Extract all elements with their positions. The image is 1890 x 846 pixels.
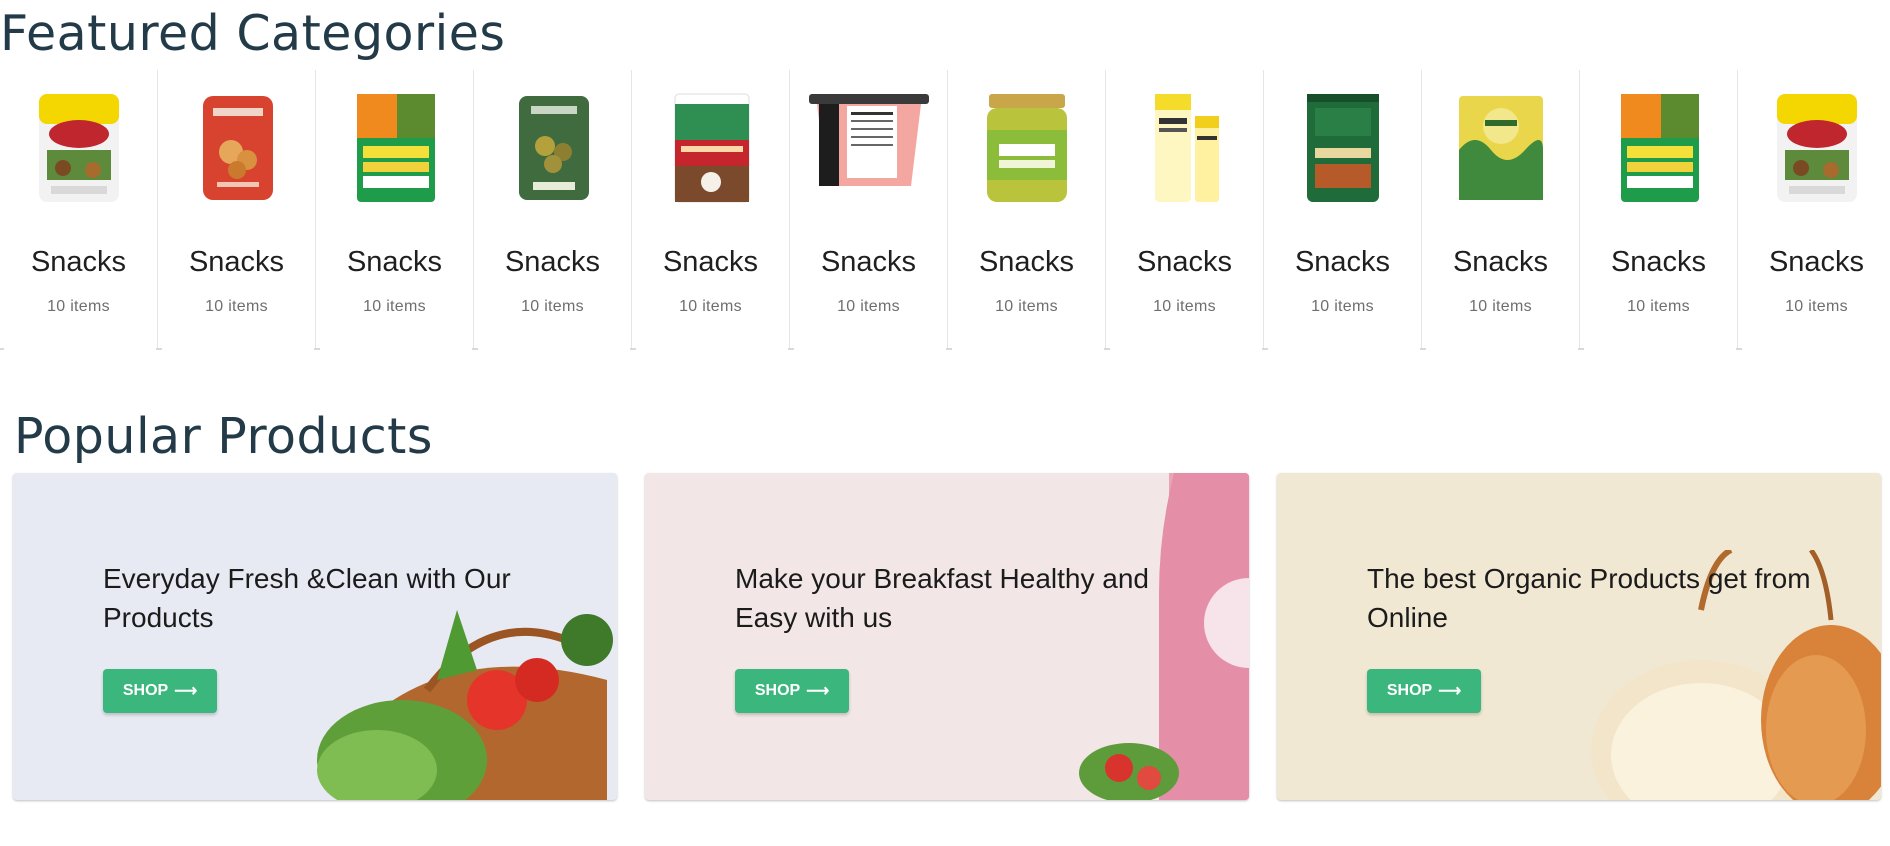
category-card[interactable]: Snacks 10 items	[630, 70, 790, 350]
category-card[interactable]: Snacks 10 items	[1736, 70, 1890, 350]
category-card[interactable]: Snacks 10 items	[1578, 70, 1738, 350]
category-card[interactable]: Snacks 10 items	[946, 70, 1106, 350]
pukka-tea-box-icon	[1455, 90, 1547, 206]
popular-products-title: Popular Products	[14, 408, 433, 465]
promo-banner-breakfast: Make your Breakfast Healthy and Easy wit…	[645, 473, 1249, 800]
category-card[interactable]: Snacks 10 items	[472, 70, 632, 350]
bean-nut-bag-icon	[507, 90, 599, 206]
category-name: Snacks	[346, 246, 443, 278]
category-item-count: 10 items	[1153, 298, 1216, 315]
category-card[interactable]: Snacks 10 items	[1262, 70, 1422, 350]
category-item-count: 10 items	[47, 298, 110, 315]
shop-button[interactable]: SHOP ⟶	[1367, 669, 1481, 713]
category-card[interactable]: Snacks 10 items	[0, 70, 158, 350]
trail-mix-bag-icon	[33, 90, 125, 206]
category-card[interactable]: Snacks 10 items	[788, 70, 948, 350]
banner-text: Everyday Fresh &Clean with Our Products	[103, 563, 511, 633]
veggie-pops-bag-icon	[349, 90, 441, 206]
category-item-count: 10 items	[363, 298, 426, 315]
banner-text: Make your Breakfast Healthy and Easy wit…	[735, 563, 1149, 633]
arrow-right-icon: ⟶	[174, 683, 198, 700]
cup-container-icon	[805, 90, 933, 206]
featured-categories-carousel: Snacks 10 items Snacks 10 items Snacks 1…	[0, 70, 1890, 350]
raspberry-crumble-bag-icon	[191, 90, 283, 206]
category-name: Snacks	[1768, 246, 1865, 278]
category-name: Snacks	[662, 246, 759, 278]
category-name: Snacks	[978, 246, 1075, 278]
category-item-count: 10 items	[1785, 298, 1848, 315]
veggie-pops-bag-icon	[1613, 90, 1705, 206]
category-name: Snacks	[30, 246, 127, 278]
category-item-count: 10 items	[1311, 298, 1374, 315]
category-item-count: 10 items	[837, 298, 900, 315]
category-name: Snacks	[820, 246, 917, 278]
category-item-count: 10 items	[521, 298, 584, 315]
coconut-flakes-bag-icon	[665, 90, 757, 206]
promo-banners: Everyday Fresh &Clean with Our Products …	[13, 473, 1883, 801]
category-name: Snacks	[188, 246, 285, 278]
arrow-right-icon: ⟶	[1438, 683, 1462, 700]
category-card[interactable]: Snacks 10 items	[156, 70, 316, 350]
promo-banner-fresh: Everyday Fresh &Clean with Our Products …	[13, 473, 617, 800]
category-name: Snacks	[504, 246, 601, 278]
category-item-count: 10 items	[1627, 298, 1690, 315]
arrow-right-icon: ⟶	[806, 683, 830, 700]
trail-mix-bag-icon	[1771, 90, 1863, 206]
banner-text: The best Organic Products get from Onlin…	[1367, 563, 1811, 633]
category-name: Snacks	[1136, 246, 1233, 278]
category-name: Snacks	[1452, 246, 1549, 278]
shop-button[interactable]: SHOP ⟶	[103, 669, 217, 713]
shop-button-label: SHOP	[754, 682, 801, 699]
category-name: Snacks	[1610, 246, 1707, 278]
category-name: Snacks	[1294, 246, 1391, 278]
category-item-count: 10 items	[995, 298, 1058, 315]
yuja-niacin-tubes-icon	[1139, 90, 1231, 206]
shop-button[interactable]: SHOP ⟶	[735, 669, 849, 713]
shop-button-label: SHOP	[122, 682, 169, 699]
category-card[interactable]: Snacks 10 items	[1420, 70, 1580, 350]
category-item-count: 10 items	[679, 298, 742, 315]
promo-banner-organic: The best Organic Products get from Onlin…	[1277, 473, 1881, 800]
category-item-count: 10 items	[1469, 298, 1532, 315]
category-item-count: 10 items	[205, 298, 268, 315]
pistachio-butter-jar-icon	[981, 90, 1073, 206]
category-card[interactable]: Snacks 10 items	[314, 70, 474, 350]
cafe-altura-can-icon	[1297, 90, 1389, 206]
featured-categories-title: Featured Categories	[0, 5, 506, 62]
category-card[interactable]: Snacks 10 items	[1104, 70, 1264, 350]
shop-button-label: SHOP	[1386, 682, 1433, 699]
